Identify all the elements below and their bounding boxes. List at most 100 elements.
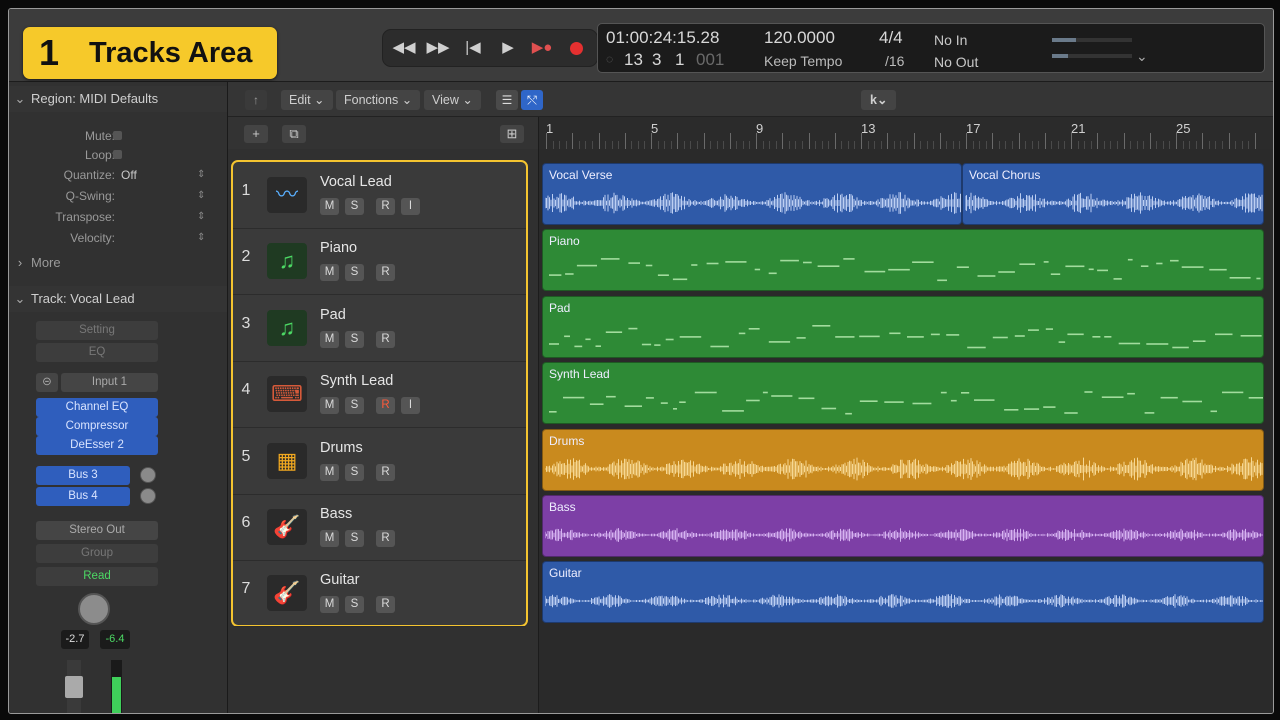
send-level-knob[interactable]: [140, 488, 156, 504]
track-header-piano[interactable]: 2 ♫ Piano M S R: [233, 228, 526, 296]
record-enable-button[interactable]: R: [376, 330, 395, 348]
track-number: 7: [241, 580, 251, 598]
record-enable-button[interactable]: R: [376, 530, 395, 547]
param-checkbox[interactable]: [113, 131, 122, 140]
plugin-compressor[interactable]: Compressor: [36, 417, 158, 436]
region-pad[interactable]: Pad: [542, 295, 1264, 358]
mute-button[interactable]: M: [320, 463, 339, 481]
solo-button[interactable]: S: [345, 596, 364, 614]
bar-ruler[interactable]: 1 5 9 13 17 21 25: [538, 117, 1273, 149]
input-monitor-button[interactable]: I: [401, 198, 420, 215]
up-arrow-icon[interactable]: ↑: [245, 90, 267, 110]
solo-button[interactable]: S: [345, 463, 364, 481]
region-param-row[interactable]: Mute:: [9, 126, 227, 146]
send-bus-3[interactable]: Bus 3: [36, 466, 130, 485]
track-header-guitar[interactable]: 7 🎸 Guitar M S R: [233, 560, 526, 628]
mute-button[interactable]: M: [320, 397, 339, 415]
param-checkbox[interactable]: [113, 150, 122, 159]
record-icon[interactable]: [561, 33, 591, 63]
list-view-icon[interactable]: ☰: [496, 90, 518, 110]
lcd-display[interactable]: 01:00:24:15.28 ◌ 13 3 1 001 120.0000 Kee…: [597, 23, 1265, 73]
add-track-button[interactable]: +: [244, 125, 268, 143]
region-param-row[interactable]: Loop:: [9, 145, 227, 165]
region-param-row[interactable]: Velocity: ⇕: [9, 228, 227, 248]
group-slot[interactable]: Group: [36, 544, 158, 563]
stepper-icon[interactable]: ⇕: [197, 186, 205, 206]
plugin-deesser[interactable]: DeEsser 2: [36, 436, 158, 455]
global-tracks-icon[interactable]: ⊞: [500, 125, 524, 143]
solo-button[interactable]: S: [345, 330, 364, 348]
duplicate-track-icon[interactable]: ⧉: [282, 125, 306, 143]
record-enable-button[interactable]: R: [376, 264, 395, 282]
ruler-tick: [1136, 141, 1138, 149]
stepper-icon[interactable]: ⇕: [197, 228, 205, 248]
ruler-tick: [815, 141, 817, 149]
setting-slot[interactable]: Setting: [36, 321, 158, 340]
region-param-row[interactable]: Transpose: ⇕: [9, 207, 227, 227]
functions-menu-label: Fonctions: [344, 93, 399, 107]
track-header-vocal-lead[interactable]: 1 〰 Vocal Lead M S R I: [233, 162, 526, 229]
region-drums[interactable]: Drums: [542, 428, 1264, 491]
track-header-bass[interactable]: 6 🎸 Bass M S R: [233, 494, 526, 561]
rewind-icon[interactable]: ◀◀: [389, 33, 419, 63]
volume-fader[interactable]: [65, 660, 83, 713]
go-to-start-icon[interactable]: |◀: [458, 33, 488, 63]
link-icon[interactable]: ⊝: [36, 373, 58, 392]
capture-icon[interactable]: ▶●: [527, 33, 557, 63]
send-bus-4[interactable]: Bus 4: [36, 487, 130, 506]
region-guitar[interactable]: Guitar: [542, 561, 1264, 624]
mute-button[interactable]: M: [320, 330, 339, 348]
pan-knob[interactable]: [78, 593, 110, 625]
plugin-channel-eq[interactable]: Channel EQ: [36, 398, 158, 417]
solo-button[interactable]: S: [345, 198, 364, 215]
functions-menu[interactable]: Fonctions ⌄: [336, 90, 421, 110]
record-enable-button[interactable]: R: [376, 463, 395, 481]
track-lanes[interactable]: Vocal Verse Vocal Chorus Piano Pad Synth Lea…: [538, 149, 1273, 713]
region-name: Bass: [549, 500, 576, 514]
region-synth-lead[interactable]: Synth Lead: [542, 362, 1264, 425]
region-param-row[interactable]: Quantize: Off ⇕: [9, 165, 227, 185]
track-header-drums[interactable]: 5 ▦ Drums M S R: [233, 428, 526, 495]
solo-button[interactable]: S: [345, 530, 364, 547]
mute-button[interactable]: M: [320, 596, 339, 614]
lcd-timecode: 01:00:24:15.28: [606, 28, 720, 47]
region-param-row[interactable]: Q-Swing: ⇕: [9, 186, 227, 206]
fast-forward-icon[interactable]: ▶▶: [423, 33, 453, 63]
send-level-knob[interactable]: [140, 467, 156, 483]
record-enable-button[interactable]: R: [376, 596, 395, 614]
param-label: Mute:: [84, 129, 115, 143]
mute-button[interactable]: M: [320, 530, 339, 547]
stepper-icon[interactable]: ⇕: [197, 207, 205, 227]
region-inspector-header[interactable]: ⌄ Region: MIDI Defaults: [9, 86, 227, 112]
stepper-icon[interactable]: ⇕: [197, 165, 205, 185]
region-piano[interactable]: Piano: [542, 229, 1264, 292]
ruler-tick: [703, 133, 705, 149]
output-slot[interactable]: Stereo Out: [36, 521, 158, 540]
record-enable-button[interactable]: R: [376, 397, 395, 415]
view-menu[interactable]: View ⌄: [424, 90, 481, 110]
input-monitor-button[interactable]: I: [401, 397, 420, 415]
edit-menu[interactable]: Edit ⌄: [281, 90, 333, 110]
record-enable-button[interactable]: R: [376, 198, 395, 215]
region-bass[interactable]: Bass: [542, 495, 1264, 557]
mute-button[interactable]: M: [320, 198, 339, 215]
chevron-down-icon: ⌄: [314, 93, 325, 107]
more-toggle[interactable]: › More: [9, 250, 227, 276]
track-header-synth-lead[interactable]: 4 ⌨ Synth Lead M S R I: [233, 361, 526, 429]
solo-button[interactable]: S: [345, 397, 364, 415]
track-inspector-header[interactable]: ⌄ Track: Vocal Lead: [9, 286, 227, 312]
lcd-dropdown-icon[interactable]: ⌄: [1136, 48, 1148, 65]
track-header-pad[interactable]: 3 ♫ Pad M S R: [233, 295, 526, 362]
input-slot[interactable]: Input 1: [61, 373, 158, 392]
key-command-button[interactable]: k⌄: [861, 90, 897, 110]
eq-slot[interactable]: EQ: [36, 343, 158, 362]
flex-icon[interactable]: ⤲: [521, 90, 543, 110]
solo-button[interactable]: S: [345, 264, 364, 282]
mute-button[interactable]: M: [320, 264, 339, 282]
automation-mode[interactable]: Read: [36, 567, 158, 586]
play-icon[interactable]: ▶: [493, 33, 523, 63]
param-label: Quantize:: [63, 168, 115, 182]
region-vocal-chorus[interactable]: Vocal Chorus: [962, 163, 1264, 225]
region-vocal-verse[interactable]: Vocal Verse: [542, 163, 962, 225]
ruler-tick: [651, 133, 652, 149]
